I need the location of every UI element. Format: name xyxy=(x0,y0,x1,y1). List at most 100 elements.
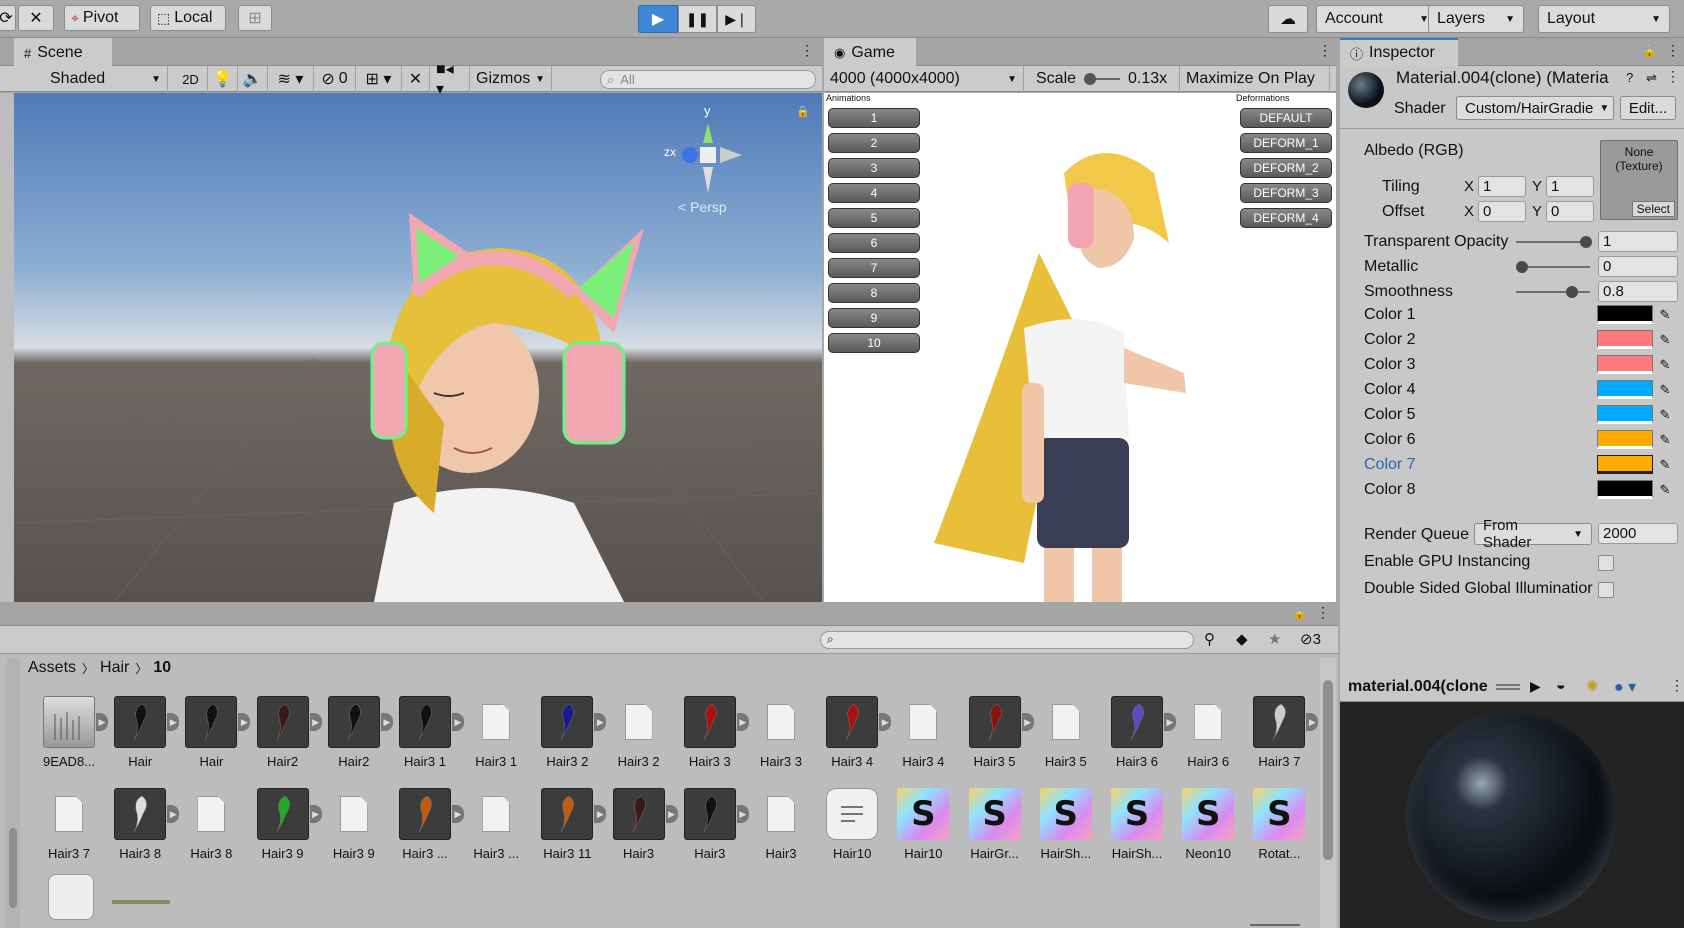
transparent-opacity-slider[interactable] xyxy=(1516,236,1592,248)
render-queue-dropdown[interactable]: From Shader ▼ xyxy=(1474,517,1592,551)
scene-search-input[interactable]: ⌕ All xyxy=(600,70,816,89)
asset-item[interactable]: Hair3 7 xyxy=(1246,696,1312,769)
layout-dropdown[interactable]: Layout ▼ xyxy=(1538,5,1670,33)
tab-game[interactable]: ◉ Game xyxy=(824,38,916,66)
lock-icon[interactable]: 🔒 xyxy=(1292,606,1307,620)
edit-shader-button[interactable]: Edit... xyxy=(1620,96,1676,120)
scale-slider[interactable] xyxy=(1084,73,1121,85)
asset-item[interactable]: Hair3 4 xyxy=(819,696,885,769)
expand-arrow-icon[interactable]: ▶ xyxy=(96,713,108,731)
pivot-button[interactable]: ⌖ Pivot xyxy=(64,5,140,31)
color-6-swatch[interactable] xyxy=(1597,430,1653,449)
asset-item[interactable]: Hair3 1 xyxy=(463,696,529,769)
orientation-gizmo[interactable]: y zx < Persp xyxy=(664,103,754,215)
expand-arrow-icon[interactable]: ▶ xyxy=(1164,713,1176,731)
asset-item[interactable]: Hair3 11 xyxy=(534,788,600,861)
project-right-scrollbar[interactable] xyxy=(1320,658,1336,928)
eyedropper-icon[interactable]: ✎ xyxy=(1656,380,1674,399)
grid-icon[interactable]: ⊞ ▾ xyxy=(356,66,402,92)
asset-item[interactable]: Hair3 5 xyxy=(962,696,1028,769)
metallic-field[interactable]: 0 xyxy=(1598,256,1678,277)
expand-arrow-icon[interactable]: ▶ xyxy=(238,713,251,731)
asset-item[interactable]: Hair3 xyxy=(677,788,743,861)
asset-item[interactable]: Hair3 6 xyxy=(1104,696,1170,769)
asset-item[interactable]: Hair xyxy=(178,696,244,769)
expand-arrow-icon[interactable]: ▶ xyxy=(594,805,607,823)
eyedropper-icon[interactable]: ✎ xyxy=(1656,430,1674,449)
expand-arrow-icon[interactable]: ▶ xyxy=(594,713,607,731)
eyedropper-icon[interactable]: ✎ xyxy=(1656,455,1674,474)
maximize-on-play-toggle[interactable]: Maximize On Play xyxy=(1180,66,1330,92)
double-sided-gi-checkbox[interactable] xyxy=(1598,582,1614,598)
asset-item[interactable]: S Hair10 xyxy=(890,788,956,861)
expand-arrow-icon[interactable]: ▶ xyxy=(736,713,749,731)
expand-arrow-icon[interactable]: ▶ xyxy=(309,713,322,731)
audio-icon[interactable]: 🔈 xyxy=(238,66,268,92)
asset-item[interactable]: Hair3 8 xyxy=(107,788,173,861)
thumbnail-size-slider[interactable] xyxy=(1250,924,1300,926)
metallic-slider[interactable] xyxy=(1516,261,1590,273)
smoothness-field[interactable]: 0.8 xyxy=(1598,281,1678,302)
local-button[interactable]: ⬚ Local xyxy=(150,5,226,31)
effects-icon[interactable]: ≋ ▾ xyxy=(268,66,314,92)
asset-item[interactable]: Hair3 4 xyxy=(890,696,956,769)
asset-item[interactable]: S Rotat... xyxy=(1246,788,1312,861)
grid-snap-button[interactable]: ⊞ xyxy=(238,5,272,31)
expand-arrow-icon[interactable]: ▶ xyxy=(736,805,749,823)
scene-viewport[interactable]: y zx < Persp 🔒 xyxy=(14,93,822,602)
tools-icon-button[interactable]: ⟳ xyxy=(0,5,16,31)
expand-arrow-icon[interactable]: ▶ xyxy=(167,805,180,823)
color-2-swatch[interactable] xyxy=(1597,330,1653,349)
asset-item[interactable]: Hair3 6 xyxy=(1175,696,1241,769)
asset-item[interactable]: Hair3 8 xyxy=(178,788,244,861)
lock-icon[interactable]: 🔒 xyxy=(796,105,810,118)
scene-left-scrollbar[interactable] xyxy=(0,93,14,602)
gpu-instancing-checkbox[interactable] xyxy=(1598,555,1614,571)
asset-item[interactable]: Hair3 ... xyxy=(392,788,458,861)
tab-scene[interactable]: # Scene xyxy=(14,38,112,66)
asset-item[interactable]: Hair3 3 xyxy=(748,696,814,769)
asset-item[interactable]: Hair3 3 xyxy=(677,696,743,769)
texture-select-button[interactable]: Select xyxy=(1631,201,1675,217)
game-menu-icon[interactable]: ⋮ xyxy=(1318,42,1332,59)
asset-item[interactable]: Hair3 ... xyxy=(463,788,529,861)
preview-drag-handle[interactable] xyxy=(1496,684,1520,690)
filter-label-icon[interactable]: ◆ xyxy=(1236,630,1248,648)
color-8-swatch[interactable] xyxy=(1597,480,1653,499)
offset-x-field[interactable]: 0 xyxy=(1478,201,1526,222)
asset-item[interactable]: Hair3 9 xyxy=(250,788,316,861)
material-menu-icon[interactable]: ⋮ xyxy=(1666,68,1680,85)
shader-dropdown[interactable]: Custom/HairGradie ▼ xyxy=(1456,96,1614,120)
expand-arrow-icon[interactable]: ▶ xyxy=(1306,713,1319,731)
tab-inspector[interactable]: ⓘ Inspector xyxy=(1340,38,1458,66)
expand-arrow-icon[interactable]: ▶ xyxy=(879,713,892,731)
breadcrumb-hair[interactable]: Hair xyxy=(100,659,129,677)
tiling-y-field[interactable]: 1 xyxy=(1546,176,1594,197)
preview-light-icon[interactable]: ✺ xyxy=(1586,677,1599,695)
project-menu-icon[interactable]: ⋮ xyxy=(1316,604,1330,621)
asset-item[interactable]: Hair2 xyxy=(321,696,387,769)
play-button[interactable]: ▶ xyxy=(638,5,678,33)
asset-item[interactable]: Hair3 2 xyxy=(534,696,600,769)
resolution-dropdown[interactable]: 4000 (4000x4000) ▼ xyxy=(824,66,1024,92)
tools-icon[interactable]: ✕ xyxy=(402,66,430,92)
persp-label[interactable]: < Persp xyxy=(678,199,727,215)
smoothness-slider[interactable] xyxy=(1516,286,1590,298)
preview-mesh-icon[interactable]: ◒ xyxy=(1556,677,1566,695)
lighting-icon[interactable]: 💡 xyxy=(208,66,238,92)
project-search-input[interactable]: ⌕ xyxy=(820,631,1194,649)
eyedropper-icon[interactable]: ✎ xyxy=(1656,305,1674,324)
asset-item[interactable]: Hair3 9 xyxy=(321,788,387,861)
scene-visibility-toggle[interactable]: ⊘ 0 xyxy=(314,66,356,92)
favorite-star-icon[interactable]: ★ xyxy=(1268,630,1281,648)
breadcrumb-assets[interactable]: Assets xyxy=(28,659,76,677)
preview-menu-icon[interactable]: ⋮ xyxy=(1670,677,1684,694)
albedo-texture-slot[interactable]: None (Texture) Select xyxy=(1600,140,1678,220)
help-icon[interactable]: ? xyxy=(1626,70,1633,85)
lock-icon[interactable]: 🔒 xyxy=(1642,44,1657,58)
asset-item[interactable]: Hair xyxy=(107,696,173,769)
hidden-packages-toggle[interactable]: ⊘3 xyxy=(1300,630,1321,648)
color-3-swatch[interactable] xyxy=(1597,355,1653,374)
asset-item[interactable]: Hair3 xyxy=(748,788,814,861)
breadcrumb-current[interactable]: 10 xyxy=(153,659,171,677)
